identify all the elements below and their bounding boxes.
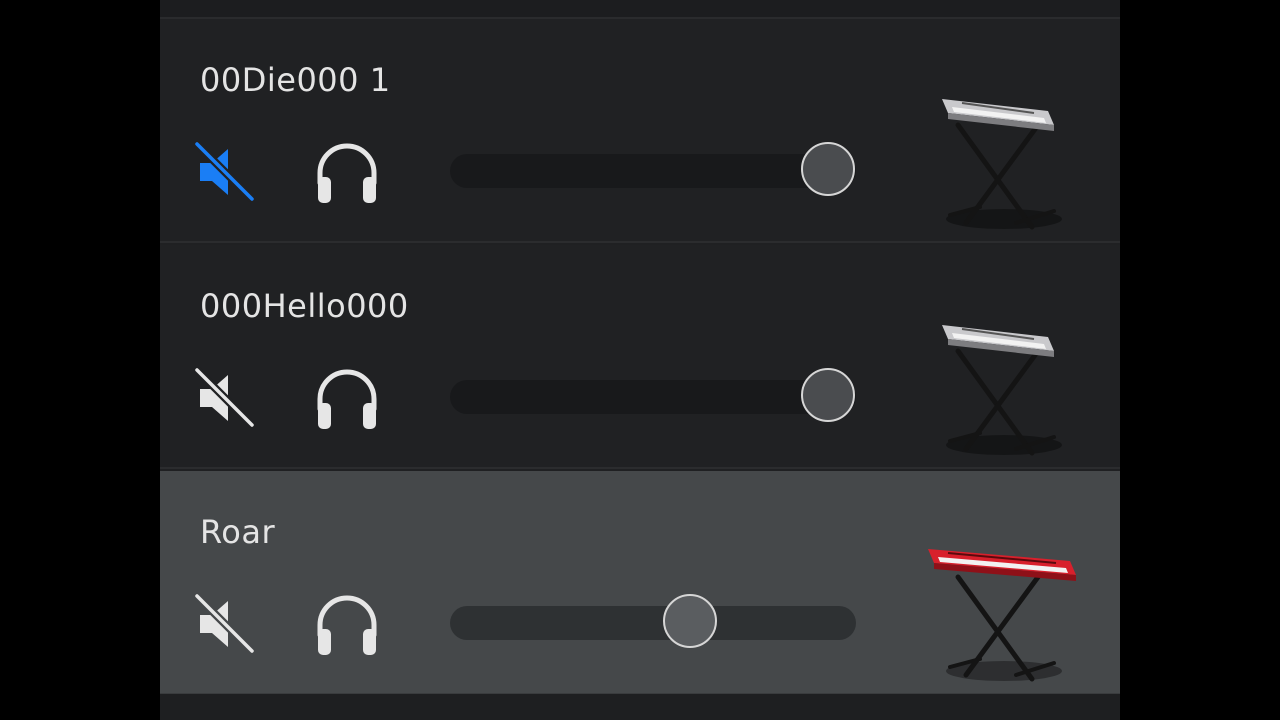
- keyboard-stand-icon[interactable]: [920, 47, 1080, 237]
- red-keyboard-stand-icon[interactable]: [920, 499, 1080, 689]
- track-row[interactable]: Roar: [160, 471, 1120, 695]
- speaker-muted-icon: [194, 141, 254, 202]
- headphones-button[interactable]: [312, 591, 382, 657]
- previous-track-edge: [160, 0, 1120, 19]
- keyboard-stand-icon[interactable]: [920, 273, 1080, 463]
- mute-button[interactable]: [192, 593, 254, 655]
- volume-slider[interactable]: [450, 594, 856, 648]
- headphones-button[interactable]: [312, 365, 382, 431]
- headphones-icon: [317, 143, 377, 203]
- track-mixer-panel: 00Die000 1 000Hello000 Roar: [160, 0, 1120, 720]
- volume-slider-thumb[interactable]: [662, 594, 717, 648]
- mute-button[interactable]: [192, 367, 254, 429]
- track-row[interactable]: 00Die000 1: [160, 19, 1120, 243]
- mute-button[interactable]: [192, 141, 254, 203]
- track-name: 00Die000 1: [200, 61, 391, 99]
- speaker-muted-icon: [194, 593, 254, 654]
- volume-slider[interactable]: [450, 142, 856, 196]
- track-row[interactable]: 000Hello000: [160, 245, 1120, 469]
- headphones-icon: [317, 369, 377, 429]
- track-name: 000Hello000: [200, 287, 409, 325]
- speaker-muted-icon: [194, 367, 254, 428]
- track-name: Roar: [200, 513, 276, 551]
- headphones-button[interactable]: [312, 139, 382, 205]
- headphones-icon: [317, 595, 377, 655]
- next-track-edge: [160, 694, 1120, 720]
- volume-slider[interactable]: [450, 368, 856, 422]
- volume-slider-thumb[interactable]: [800, 142, 855, 196]
- volume-slider-thumb[interactable]: [800, 368, 855, 422]
